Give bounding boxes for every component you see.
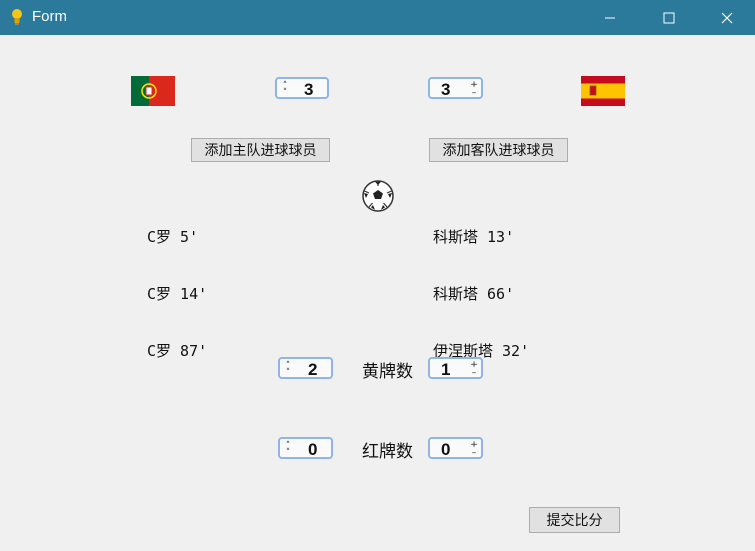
home-yellow-value[interactable]: 2 xyxy=(308,360,317,380)
away-scorer-item: 科斯塔 13' xyxy=(433,228,515,246)
home-yellow-spinbox[interactable]: ˄ ˅ 2 xyxy=(278,357,333,379)
away-red-spinbox[interactable]: 0 + – xyxy=(428,437,483,459)
red-cards-label: 红牌数 xyxy=(362,442,413,462)
maximize-button[interactable] xyxy=(640,0,698,35)
away-score-value[interactable]: 3 xyxy=(441,80,450,100)
spain-flag xyxy=(581,76,625,110)
minus-icon[interactable]: – xyxy=(469,369,479,378)
yellow-cards-label: 黄牌数 xyxy=(362,362,413,382)
portugal-flag xyxy=(131,76,175,110)
submit-score-button[interactable]: 提交比分 xyxy=(529,507,620,533)
spin-down-icon[interactable]: ˅ xyxy=(283,449,293,458)
home-score-value[interactable]: 3 xyxy=(304,80,313,100)
away-score-spinbox[interactable]: 3 + – xyxy=(428,77,483,99)
lightbulb-icon xyxy=(10,8,24,26)
away-red-value[interactable]: 0 xyxy=(441,440,450,460)
add-away-scorer-button[interactable]: 添加客队进球球员 xyxy=(429,138,568,162)
minimize-button[interactable] xyxy=(581,0,639,35)
soccer-ball-icon xyxy=(362,180,394,216)
spin-down-icon[interactable]: ˅ xyxy=(280,89,290,98)
add-home-scorer-button[interactable]: 添加主队进球球员 xyxy=(191,138,330,162)
home-red-spinbox[interactable]: ˄ ˅ 0 xyxy=(278,437,333,459)
home-scorer-list: C罗 5' C罗 14' C罗 87' xyxy=(147,190,207,380)
spin-down-icon[interactable]: ˅ xyxy=(283,369,293,378)
minus-icon[interactable]: – xyxy=(469,89,479,98)
home-red-value[interactable]: 0 xyxy=(308,440,317,460)
home-scorer-item: C罗 14' xyxy=(147,285,208,303)
window-title: Form xyxy=(32,8,67,25)
away-scorer-list: 科斯塔 13' 科斯塔 66' 伊涅斯塔 32' xyxy=(433,190,529,380)
close-button[interactable] xyxy=(698,0,755,35)
away-scorer-item: 科斯塔 66' xyxy=(433,285,515,303)
home-scorer-item: C罗 87' xyxy=(147,342,208,360)
home-scorer-item: C罗 5' xyxy=(147,228,199,246)
away-yellow-spinbox[interactable]: 1 + – xyxy=(428,357,483,379)
minus-icon[interactable]: – xyxy=(469,449,479,458)
away-yellow-value[interactable]: 1 xyxy=(441,360,450,380)
title-bar: Form xyxy=(0,0,755,35)
home-score-spinbox[interactable]: ˄ ˅ 3 xyxy=(275,77,329,99)
